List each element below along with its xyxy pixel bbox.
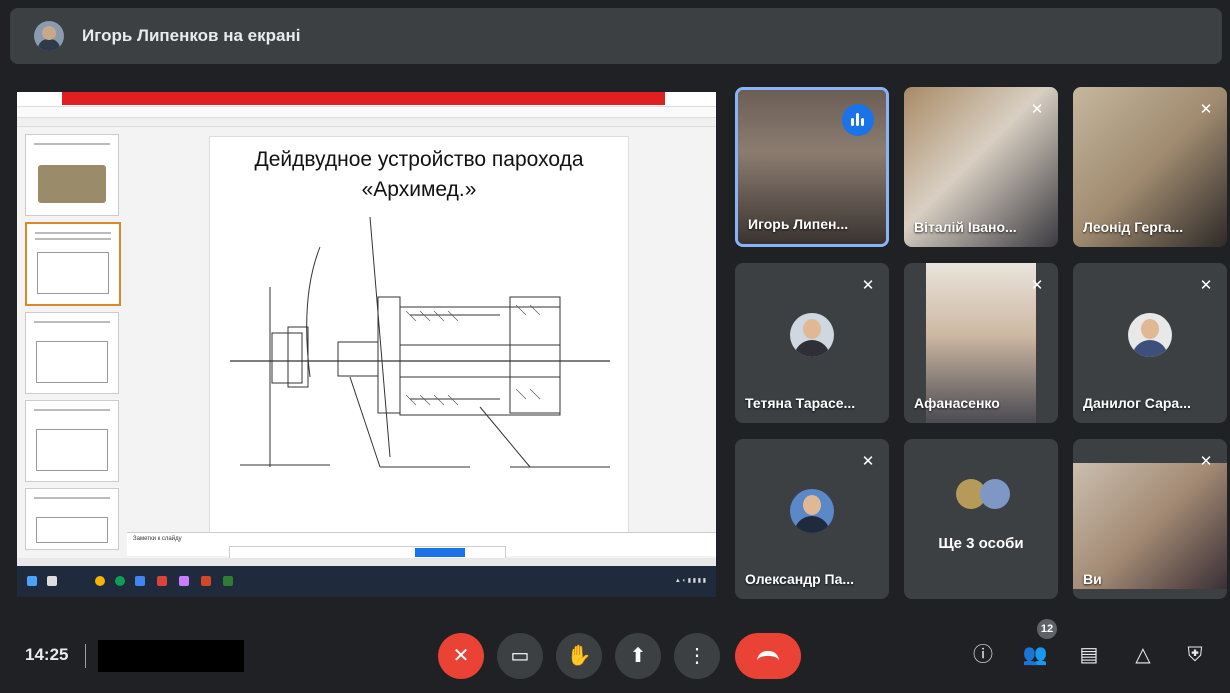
participant-avatar [790, 313, 834, 357]
mic-off-icon: ✕ [1030, 101, 1044, 118]
search-icon [47, 576, 57, 586]
present-icon: ⬆ [629, 645, 647, 667]
mic-off-icon: ✕ [1199, 101, 1213, 118]
slide-thumbnails [20, 128, 121, 558]
app-icon [179, 576, 189, 586]
meeting-details-button[interactable]: ⓘ [968, 640, 998, 670]
participant-tile-danylo[interactable]: ✕ Данилог Сара... [1073, 263, 1227, 423]
current-slide: Дейдвудное устройство парохода «Архимед.… [209, 136, 629, 534]
presenter-avatar [34, 21, 64, 51]
participant-name: Ви [1083, 571, 1102, 587]
more-participants-avatars [956, 479, 1016, 519]
chrome-icon [95, 576, 105, 586]
shield-icon: ⛨ [1187, 644, 1203, 666]
more-options-button[interactable]: ⋮ [674, 633, 720, 679]
participant-name: Тетяна Тарасе... [745, 395, 856, 411]
participant-tile-more[interactable]: Ще 3 особи [904, 439, 1058, 599]
slide-thumbnail [25, 400, 119, 482]
presenter-title: Игорь Липенков на екрані [82, 26, 301, 45]
participant-count-badge: 12 [1037, 619, 1057, 639]
participant-tile-self[interactable]: ✕ Ви [1073, 439, 1227, 599]
participant-tile-vitaliy[interactable]: ✕ Віталій Івано... [904, 87, 1058, 247]
windows-taskbar: ▲ ◐ ▮ ▮ ▮ ▮ [17, 566, 716, 597]
raise-hand-icon: ✋ [566, 645, 592, 667]
participant-avatar [980, 479, 1010, 509]
participant-avatar [790, 489, 834, 533]
mic-off-icon: ✕ [1199, 277, 1213, 294]
powerpoint-icon [201, 576, 211, 586]
camera-icon: ▭ [510, 645, 530, 667]
participant-name: Данилог Сара... [1083, 395, 1191, 411]
participant-tile-oleksandr[interactable]: ✕ Олександр Па... [735, 439, 889, 599]
participant-tile-leonid[interactable]: ✕ Леонід Герга... [1073, 87, 1227, 247]
mic-off-icon: ✕ [452, 645, 470, 667]
slide-thumbnail [25, 312, 119, 394]
more-participants-label: Ще 3 особи [938, 535, 1024, 552]
people-icon: 👥 [1022, 644, 1048, 666]
app-icon [135, 576, 145, 586]
ppt-ribbon [17, 107, 716, 118]
meeting-code-redacted [98, 640, 244, 672]
start-icon [27, 576, 37, 586]
ppt-ribbon-tabs [17, 118, 716, 127]
presenter-banner: Игорь Липенков на екрані [10, 8, 1222, 64]
ppt-title-highlight [62, 92, 665, 105]
edge-icon [115, 576, 125, 586]
mic-off-icon: ✕ [861, 453, 875, 470]
activities-icon: △ [1135, 644, 1151, 666]
mic-off-icon: ✕ [1199, 453, 1213, 470]
chat-icon: ▤ [1079, 644, 1099, 666]
activities-button[interactable]: △ [1128, 640, 1158, 670]
participant-name: Леонід Герга... [1083, 219, 1184, 235]
slide-thumbnail-active [25, 222, 121, 306]
ppt-status-bar [17, 558, 716, 566]
system-tray: ▲ ◐ ▮ ▮ ▮ ▮ [674, 578, 706, 584]
raise-hand-button[interactable]: ✋ [556, 633, 602, 679]
app-icon [157, 576, 167, 586]
participant-avatar [1128, 313, 1172, 357]
mic-off-icon: ✕ [1030, 277, 1044, 294]
notification-button[interactable] [415, 548, 465, 557]
shared-screen[interactable]: Дейдвудное устройство парохода «Архимед.… [17, 92, 716, 597]
clock-divider [85, 644, 86, 668]
more-vert-icon: ⋮ [687, 645, 707, 667]
participant-tile-tetiana[interactable]: ✕ Тетяна Тарасе... [735, 263, 889, 423]
meeting-clock: 14:25 [25, 645, 69, 664]
mic-off-icon: ✕ [861, 277, 875, 294]
leave-call-button[interactable] [735, 633, 801, 679]
participant-name: Игорь Липен... [748, 216, 849, 232]
present-button[interactable]: ⬆ [615, 633, 661, 679]
participant-name: Олександр Па... [745, 571, 855, 587]
app-icon [223, 576, 233, 586]
participant-tile-afanasenko[interactable]: ✕ Афанасенко [904, 263, 1058, 423]
slide-notes-label: Заметки к слайду [133, 536, 182, 542]
stern-tube-drawing [230, 216, 610, 468]
ppt-titlebar [17, 92, 716, 107]
participant-tile-igor[interactable]: Игорь Липен... [735, 87, 889, 247]
mic-toggle-button[interactable]: ✕ [438, 633, 484, 679]
chat-button[interactable]: ▤ [1074, 640, 1104, 670]
slide-thumbnail [25, 134, 119, 216]
participant-name: Афанасенко [914, 395, 1000, 411]
camera-toggle-button[interactable]: ▭ [497, 633, 543, 679]
participant-name: Віталій Івано... [914, 219, 1017, 235]
people-button[interactable]: 👥 [1020, 640, 1050, 670]
slide-thumbnail [25, 488, 119, 550]
info-icon: ⓘ [973, 644, 993, 666]
host-controls-button[interactable]: ⛨ [1180, 640, 1210, 670]
speaking-indicator-icon [842, 104, 874, 136]
